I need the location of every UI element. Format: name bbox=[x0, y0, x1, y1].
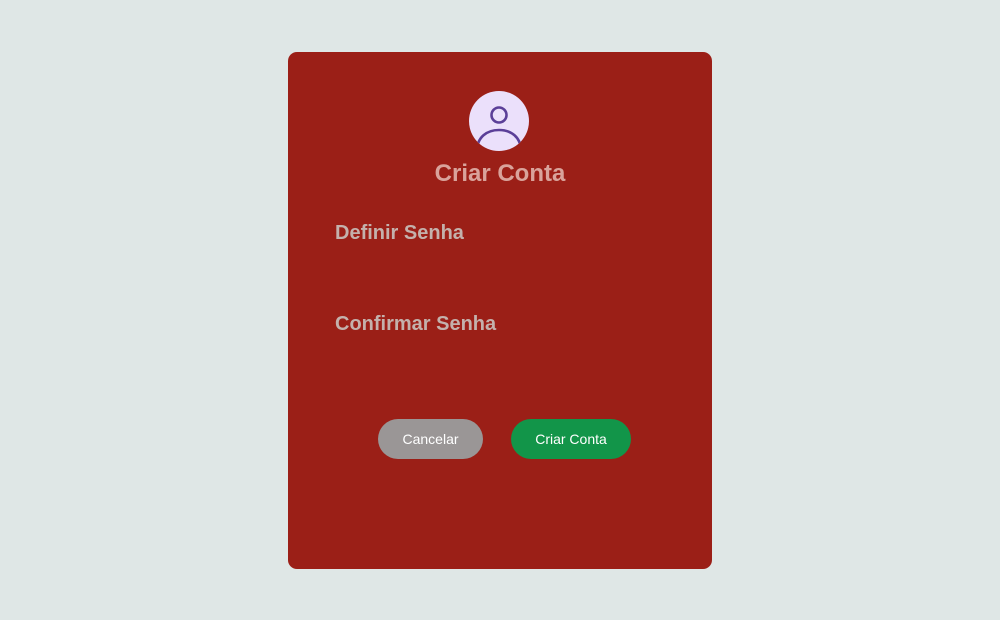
cancel-button[interactable]: Cancelar bbox=[378, 419, 483, 459]
password-label: Definir Senha bbox=[335, 222, 464, 244]
password-field[interactable] bbox=[335, 252, 665, 282]
confirm-password-field[interactable] bbox=[335, 343, 665, 373]
create-account-dialog: Criar Conta Definir Senha Confirmar Senh… bbox=[288, 52, 712, 569]
create-account-button[interactable]: Criar Conta bbox=[511, 419, 631, 459]
confirm-password-label: Confirmar Senha bbox=[335, 313, 497, 335]
user-icon bbox=[469, 91, 529, 151]
dialog-title: Criar Conta bbox=[434, 160, 566, 187]
